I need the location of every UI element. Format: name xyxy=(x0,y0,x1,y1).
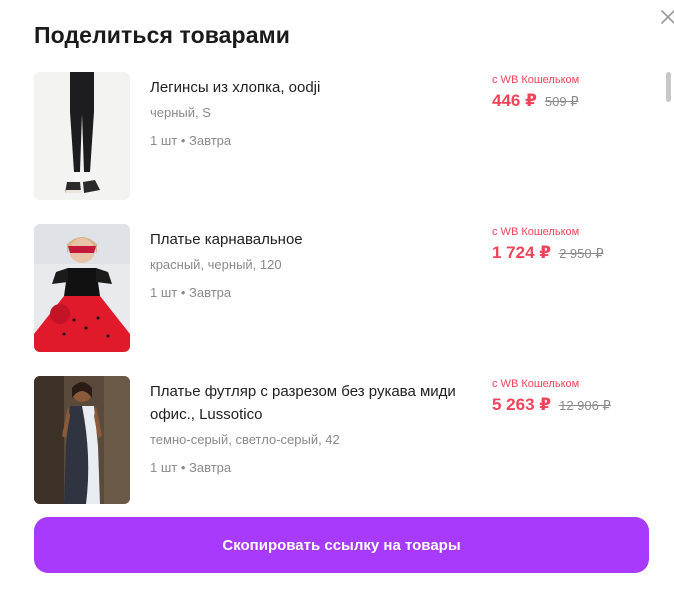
current-price: 446 ₽ xyxy=(492,91,537,110)
wallet-discount-label: с WB Кошельком xyxy=(492,74,580,86)
product-variant: темно-серый, светло-серый, 42 xyxy=(150,432,340,447)
old-price: 12 906 ₽ xyxy=(559,398,611,413)
list-item[interactable]: Легинсы из хлопка, oodji черный, S 1 шт … xyxy=(34,72,654,202)
copy-link-button[interactable]: Скопировать ссылку на товары xyxy=(34,517,649,573)
wallet-discount-label: с WB Кошельком xyxy=(492,226,580,238)
close-button[interactable] xyxy=(659,8,674,26)
product-name[interactable]: Платье карнавальное xyxy=(150,228,460,251)
dialog-title: Поделиться товарами xyxy=(34,22,290,48)
product-variant: красный, черный, 120 xyxy=(150,257,282,272)
close-icon xyxy=(661,10,674,24)
product-quantity-delivery: 1 шт • Завтра xyxy=(150,460,232,475)
product-price: 5 263 ₽ 12 906 ₽ xyxy=(492,395,611,415)
scrollbar-thumb[interactable] xyxy=(666,72,671,102)
product-image xyxy=(34,72,130,200)
list-item[interactable]: Платье футляр с разрезом без рукава миди… xyxy=(34,376,654,506)
old-price: 2 950 ₽ xyxy=(559,246,604,261)
current-price: 1 724 ₽ xyxy=(492,243,552,262)
product-image xyxy=(34,376,130,504)
wallet-discount-label: с WB Кошельком xyxy=(492,378,580,390)
product-name[interactable]: Платье футляр с разрезом без рукава миди… xyxy=(150,380,460,426)
product-quantity-delivery: 1 шт • Завтра xyxy=(150,285,232,300)
product-name[interactable]: Легинсы из хлопка, oodji xyxy=(150,76,460,99)
share-products-dialog: Поделиться товарами Легинсы из хлопка, o… xyxy=(0,0,674,593)
product-quantity-delivery: 1 шт • Завтра xyxy=(150,133,232,148)
product-list: Легинсы из хлопка, oodji черный, S 1 шт … xyxy=(34,72,654,512)
old-price: 509 ₽ xyxy=(544,94,579,109)
product-image xyxy=(34,224,130,352)
product-price: 1 724 ₽ 2 950 ₽ xyxy=(492,243,604,263)
product-price: 446 ₽ 509 ₽ xyxy=(492,91,579,111)
product-variant: черный, S xyxy=(150,105,211,120)
current-price: 5 263 ₽ xyxy=(492,395,552,414)
list-item[interactable]: Платье карнавальное красный, черный, 120… xyxy=(34,224,654,354)
